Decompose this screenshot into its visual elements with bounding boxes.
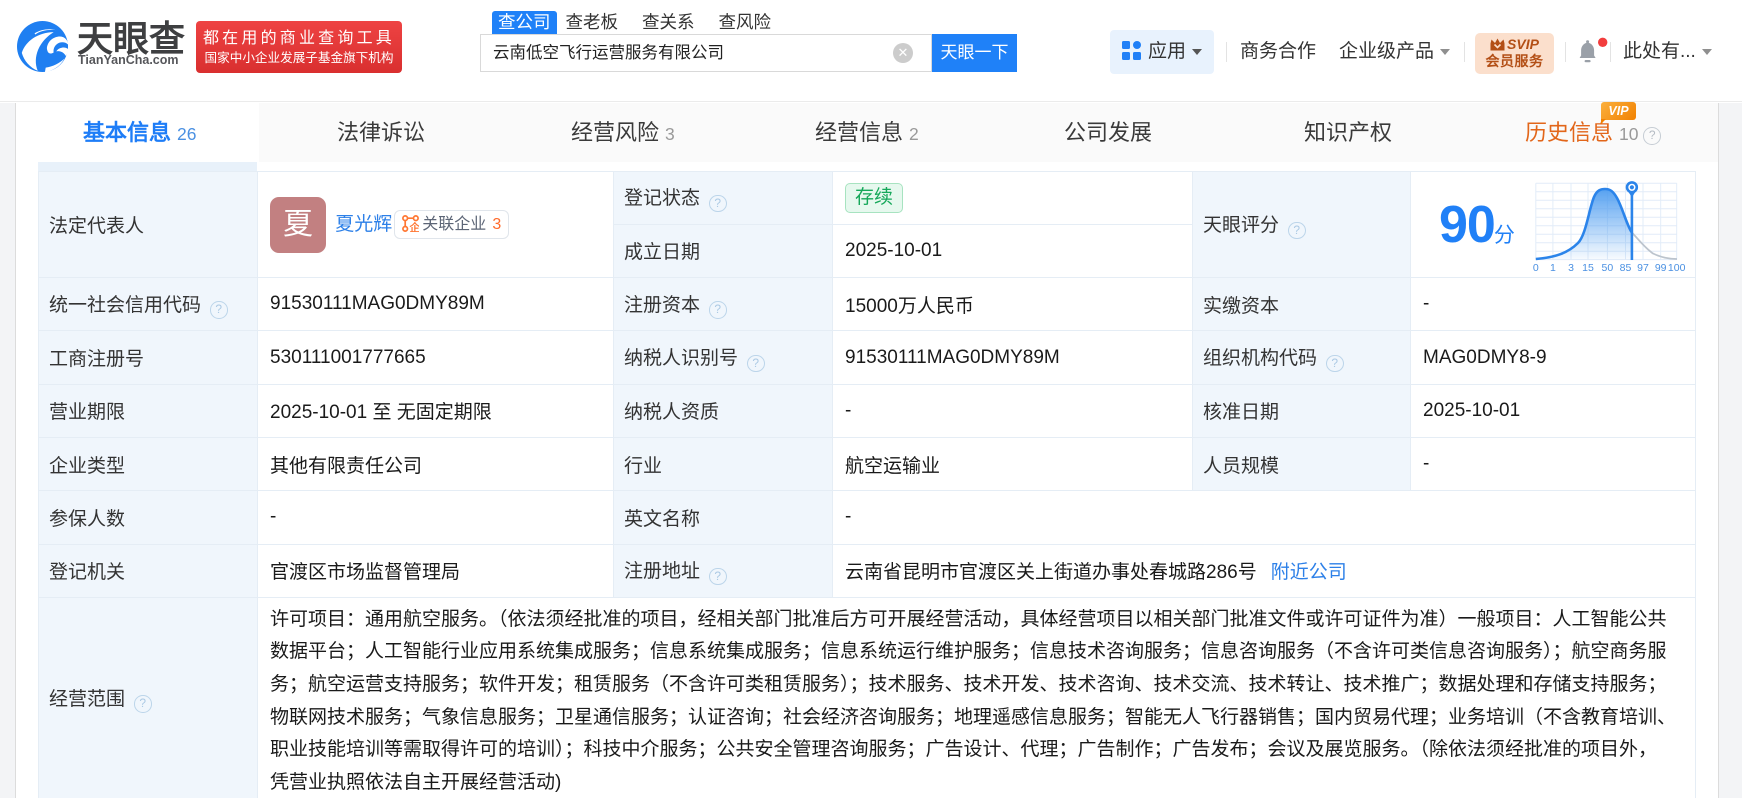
svg-text:97: 97 bbox=[1637, 262, 1649, 274]
svg-text:50: 50 bbox=[1601, 262, 1613, 274]
svg-text:企: 企 bbox=[409, 221, 420, 232]
svg-text:3: 3 bbox=[1568, 262, 1574, 274]
svg-text:1: 1 bbox=[1549, 262, 1555, 274]
svg-text:85: 85 bbox=[1619, 262, 1631, 274]
svg-text:100: 100 bbox=[1667, 262, 1685, 274]
svg-text:0: 0 bbox=[1532, 262, 1538, 274]
svg-text:15: 15 bbox=[1582, 262, 1594, 274]
svg-text:99: 99 bbox=[1654, 262, 1666, 274]
